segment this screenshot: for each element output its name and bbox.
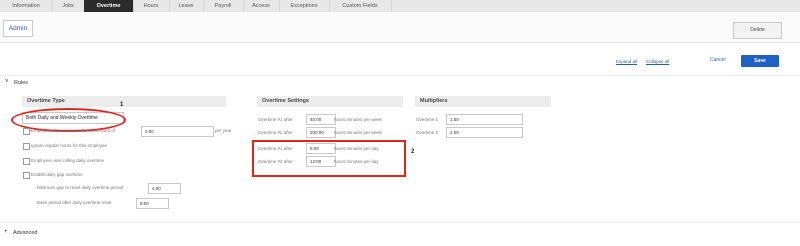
annotation-box — [252, 140, 406, 177]
ignore-regular-hours-label: Ignore regular hours for this employee — [31, 143, 108, 148]
save-button[interactable]: Save — [741, 55, 779, 67]
daily-gap-overtime-checkbox[interactable] — [23, 172, 30, 179]
tab-leave[interactable]: Leave — [169, 0, 204, 12]
tab-jobs[interactable]: Jobs — [52, 0, 85, 12]
multiplier-2-input[interactable]: 2.00 — [446, 127, 523, 138]
overtime-type-heading: Overtime Type — [22, 96, 226, 107]
rules-collapse-icon[interactable]: ˅ — [5, 79, 9, 85]
weekly-overtime-2-unit: hours:minutes per week — [334, 130, 382, 135]
expand-all-link[interactable]: Expand all — [616, 59, 637, 64]
annotation-number-2: 2 — [411, 149, 415, 155]
rolling-daily-overtime-label: Employee uses rolling daily overtime — [31, 158, 105, 163]
weekly-overtime-2-input[interactable]: 200:00 — [306, 127, 336, 138]
multipliers-heading: Multipliers — [415, 96, 551, 107]
weekly-overtime-1-input[interactable]: 40:00 — [306, 114, 336, 125]
salaried-amount-input[interactable]: 0.00 — [141, 126, 214, 137]
tab-exceptions[interactable]: Exceptions — [279, 0, 330, 12]
multiplier-1-input[interactable]: 1.50 — [446, 114, 523, 125]
multiplier-2-label: Overtime 2 — [416, 130, 439, 135]
base-period-input[interactable]: 8:00 — [136, 198, 169, 209]
tab-payroll[interactable]: Payroll — [203, 0, 244, 12]
page-title: Admin — [3, 20, 33, 37]
weekly-overtime-1-unit: hours:minutes per week — [334, 117, 382, 122]
delete-button[interactable]: Delete — [733, 22, 782, 39]
overtime-settings-heading: Overtime Settings — [257, 96, 403, 107]
annotation-number-1: 1 — [120, 102, 124, 108]
rolling-daily-overtime-checkbox[interactable] — [23, 158, 30, 165]
collapse-all-link[interactable]: Collapse all — [646, 59, 669, 64]
tab-overtime[interactable]: Overtime — [84, 0, 134, 12]
tab-information[interactable]: Information — [0, 0, 53, 12]
base-period-label: Base period after daily overtime reset — [37, 200, 112, 205]
weekly-overtime-1-label: Overtime #1 after — [258, 117, 293, 122]
minimum-gap-input[interactable]: 4:00 — [148, 183, 181, 194]
cancel-button[interactable]: Cancel — [710, 57, 726, 63]
advanced-expand-icon[interactable]: + — [4, 229, 8, 235]
ignore-regular-hours-checkbox[interactable] — [23, 143, 30, 150]
salaried-checkbox[interactable] — [23, 128, 30, 135]
tab-hours[interactable]: Hours — [133, 0, 170, 12]
minimum-gap-label: Minimum gap to reset daily overtime peri… — [37, 185, 124, 190]
divider — [0, 75, 800, 76]
salaried-label: Employee also earns a salaried amount of — [31, 128, 116, 133]
tab-custom-fields[interactable]: Custom Fields — [329, 0, 392, 12]
advanced-section-title[interactable]: Advanced — [13, 230, 37, 236]
salaried-suffix: per year — [215, 128, 232, 133]
divider — [0, 222, 800, 223]
multiplier-1-label: Overtime 1 — [416, 117, 439, 122]
sub-header — [0, 12, 800, 43]
weekly-overtime-2-label: Overtime #2 after — [258, 130, 293, 135]
rules-section-title[interactable]: Rules — [14, 80, 28, 86]
daily-gap-overtime-label: Enable daily gap overtime — [31, 172, 83, 177]
tab-access[interactable]: Access — [243, 0, 280, 12]
